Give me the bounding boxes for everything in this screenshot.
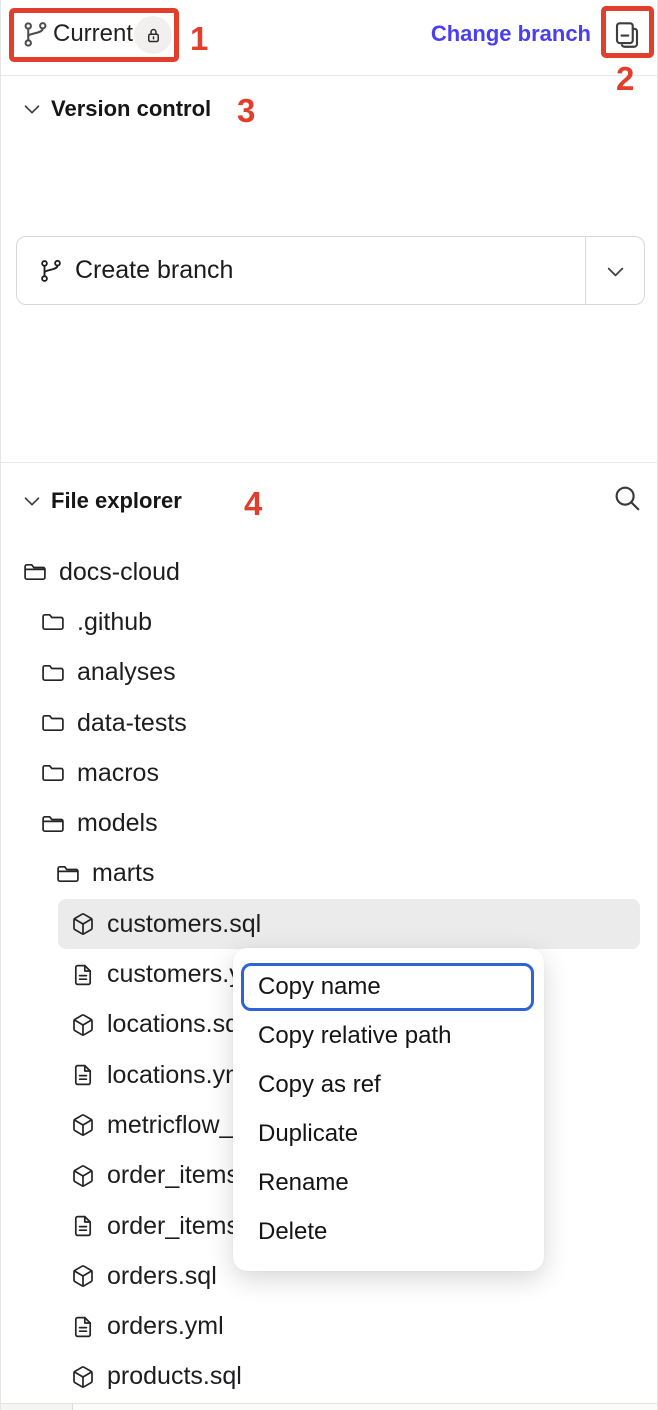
file-tree-item-products.sql[interactable]: products.sql xyxy=(1,1352,657,1402)
file-tree-item-macros[interactable]: macros xyxy=(1,748,657,798)
context-menu-item-rename[interactable]: Rename xyxy=(233,1158,544,1207)
model-icon xyxy=(71,1164,95,1188)
file-name: locations.yml xyxy=(107,1061,252,1090)
file-name: data-tests xyxy=(77,709,187,738)
version-control-title: Version control xyxy=(51,96,211,122)
folder-icon xyxy=(41,661,65,685)
folder-icon xyxy=(41,761,65,785)
chevron-down-icon[interactable] xyxy=(603,259,628,284)
search-icon[interactable] xyxy=(612,483,642,513)
file-name: customers.sql xyxy=(107,910,261,939)
file-tree-item-customers.sql[interactable]: customers.sql xyxy=(58,899,640,949)
file-name: locations.sql xyxy=(107,1010,245,1039)
file-tree-item-docs-cloud[interactable]: docs-cloud xyxy=(1,547,657,597)
bottom-panel-edge xyxy=(1,1403,657,1410)
file-name: models xyxy=(77,809,158,838)
create-branch-button[interactable]: Create branch xyxy=(16,236,645,305)
current-branch-label: Current xyxy=(53,20,133,48)
model-icon xyxy=(71,1113,95,1137)
model-icon xyxy=(71,1264,95,1288)
folder-open-icon xyxy=(41,812,65,836)
change-branch-link[interactable]: Change branch xyxy=(431,21,591,47)
file-tree-item-analyses[interactable]: analyses xyxy=(1,648,657,698)
git-branch-icon xyxy=(38,258,64,284)
doc-icon xyxy=(71,963,95,987)
version-control-collapse-chevron[interactable] xyxy=(20,97,44,121)
doc-icon xyxy=(71,1214,95,1238)
create-branch-label: Create branch xyxy=(75,256,233,285)
folder-icon xyxy=(41,711,65,735)
file-name: products.sql xyxy=(107,1362,242,1391)
file-name: .github xyxy=(77,608,152,637)
annotation-number-1: 1 xyxy=(190,22,208,55)
file-explorer-collapse-chevron[interactable] xyxy=(20,489,44,513)
file-name: marts xyxy=(92,859,155,888)
ide-sidebar-panel: Current Change branch Create branch Vers… xyxy=(0,0,658,1410)
button-divider xyxy=(585,237,587,304)
file-tree-item-marts[interactable]: marts xyxy=(1,849,657,899)
lock-icon xyxy=(143,25,164,46)
current-branch-pill[interactable]: Current xyxy=(14,13,174,57)
file-tree-item-data-tests[interactable]: data-tests xyxy=(1,698,657,748)
model-icon xyxy=(71,1013,95,1037)
file-explorer-title: File explorer xyxy=(51,488,182,514)
context-menu: Copy nameCopy relative pathCopy as refDu… xyxy=(233,948,544,1271)
doc-icon xyxy=(71,1315,95,1339)
git-branch-icon xyxy=(21,20,50,49)
file-tree-item-.github[interactable]: .github xyxy=(1,597,657,647)
model-icon xyxy=(71,1365,95,1389)
file-tree-item-orders.yml[interactable]: orders.yml xyxy=(1,1301,657,1351)
file-name: analyses xyxy=(77,658,176,687)
copy-file-name-button[interactable] xyxy=(612,20,642,50)
folder-open-icon xyxy=(23,560,47,584)
context-menu-item-delete[interactable]: Delete xyxy=(233,1207,544,1256)
branch-lock-badge xyxy=(134,16,172,54)
context-menu-item-duplicate[interactable]: Duplicate xyxy=(233,1109,544,1158)
file-name: orders.sql xyxy=(107,1262,217,1291)
bottom-panel-left-cell xyxy=(1,1404,73,1410)
context-menu-item-copy-relative-path[interactable]: Copy relative path xyxy=(233,1011,544,1060)
annotation-number-2: 2 xyxy=(616,62,634,95)
model-icon xyxy=(71,912,95,936)
folder-icon xyxy=(41,610,65,634)
file-tree-item-models[interactable]: models xyxy=(1,798,657,848)
file-name: orders.yml xyxy=(107,1312,224,1341)
doc-icon xyxy=(71,1063,95,1087)
file-name: macros xyxy=(77,759,159,788)
context-menu-item-copy-name[interactable]: Copy name xyxy=(241,963,534,1011)
annotation-number-4: 4 xyxy=(244,487,262,520)
annotation-number-3: 3 xyxy=(237,94,255,127)
file-name: docs-cloud xyxy=(59,558,180,587)
folder-open-icon xyxy=(56,862,80,886)
context-menu-item-copy-as-ref[interactable]: Copy as ref xyxy=(233,1060,544,1109)
top-bar: Current Change branch xyxy=(1,0,657,76)
version-control-section: Create branch xyxy=(1,76,657,463)
